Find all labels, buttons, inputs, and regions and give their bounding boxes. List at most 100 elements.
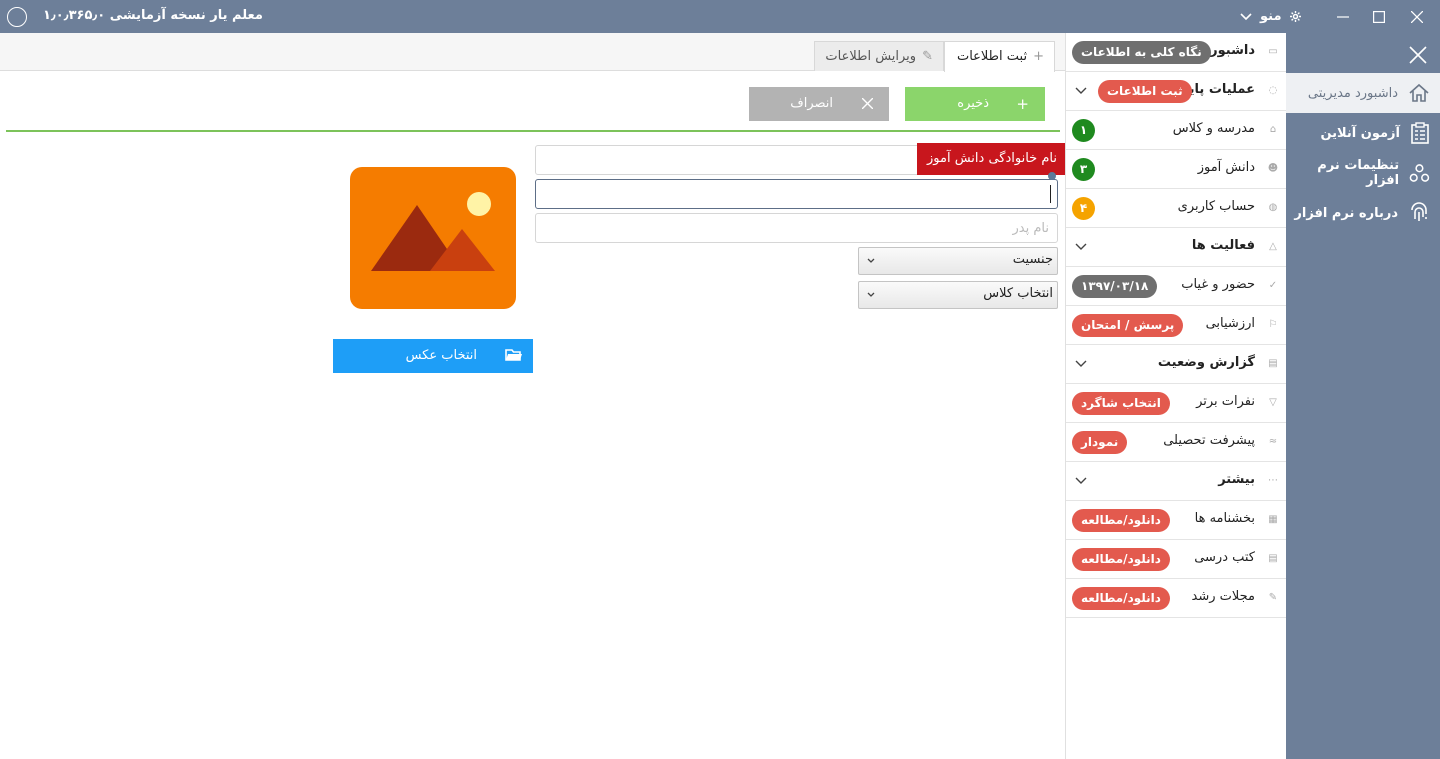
side-menu-badge[interactable]: نمودار: [1072, 431, 1128, 454]
rail-item-settings[interactable]: تنظیمات نرم افزار: [1286, 153, 1440, 193]
father-name-input[interactable]: [535, 213, 1058, 243]
chevron-down-icon[interactable]: [1074, 473, 1088, 487]
side-menu-label: دانش آموز: [1197, 160, 1255, 175]
side-menu-label: فعالیت ها: [1191, 238, 1255, 253]
side-menu-badge[interactable]: دانلود/مطالعه: [1072, 548, 1170, 571]
side-menu-row[interactable]: ◌ عملیات پایه ثبت اطلاعات: [1066, 72, 1287, 111]
side-menu-row[interactable]: ≈ پیشرفت تحصیلی نمودار: [1066, 423, 1287, 462]
side-menu-row[interactable]: ☻ دانش آموز ۳: [1066, 150, 1287, 189]
divider: [6, 130, 1060, 132]
gender-select[interactable]: جنسیت: [858, 247, 1058, 275]
side-menu-row[interactable]: ⚐ ارزشیابی پرسش / امتحان: [1066, 306, 1287, 345]
cancel-button[interactable]: انصراف: [749, 87, 889, 121]
menu-item-icon: ⋯: [1268, 475, 1278, 486]
side-menu-label: گزارش وضعیت: [1157, 355, 1255, 370]
gender-select-value: جنسیت: [1012, 252, 1053, 267]
tab-bar: + ثبت اطلاعات ✎ ویرایش اطلاعات: [0, 33, 1065, 72]
text-caret: [1050, 185, 1051, 203]
minimize-icon: [1337, 15, 1349, 18]
side-menu-row[interactable]: ▤ گزارش وضعیت: [1066, 345, 1287, 384]
close-menu-button[interactable]: [1404, 41, 1432, 69]
side-menu-label: داشبورد: [1203, 43, 1255, 58]
app-logo-icon: [7, 7, 27, 27]
side-menu-label: مجلات رشد: [1191, 589, 1255, 604]
last-name-input[interactable]: [535, 179, 1058, 209]
side-menu-row[interactable]: ✓ حضور و غیاب ۱۳۹۷/۰۳/۱۸: [1066, 267, 1287, 306]
field-tooltip: نام خانوادگی دانش آموز: [917, 143, 1067, 175]
menu-item-icon: ▭: [1268, 46, 1278, 57]
tab-register-label: ثبت اطلاعات: [956, 49, 1028, 64]
tooltip-pointer: [1048, 172, 1056, 180]
choose-photo-button[interactable]: انتخاب عکس: [333, 339, 533, 373]
chevron-down-icon[interactable]: [1074, 83, 1088, 97]
tab-edit[interactable]: ✎ ویرایش اطلاعات: [814, 41, 944, 71]
side-menu-row[interactable]: ▭ داشبورد نگاه کلی به اطلاعات: [1066, 33, 1287, 72]
side-menu-badge[interactable]: انتخاب شاگرد: [1072, 392, 1170, 415]
rail-item-label: درباره نرم افزار: [1294, 205, 1398, 221]
fingerprint-icon: [1411, 202, 1427, 221]
side-menu-badge[interactable]: ۱: [1072, 119, 1095, 142]
rail-item-dashboard[interactable]: داشبورد مدیریتی: [1286, 73, 1440, 113]
nav-rail: داشبورد مدیریتی آزمون آنلاین تنظیمات نرم…: [1286, 33, 1440, 759]
side-menu-badge[interactable]: ۴: [1072, 197, 1095, 220]
rail-item-about[interactable]: درباره نرم افزار: [1286, 193, 1440, 233]
menu-item-icon: ⌂: [1269, 124, 1277, 135]
save-button[interactable]: + ذخیره: [905, 87, 1045, 121]
side-menu-row[interactable]: ▽ نفرات برتر انتخاب شاگرد: [1066, 384, 1287, 423]
close-icon: [1411, 10, 1423, 23]
side-menu-badge[interactable]: ثبت اطلاعات: [1098, 80, 1192, 103]
tab-register[interactable]: + ثبت اطلاعات: [944, 41, 1055, 72]
clipboard-icon: [1411, 122, 1429, 144]
menu-item-icon: ≈: [1268, 436, 1278, 447]
menu-item-icon: ◍: [1268, 202, 1278, 213]
side-menu-badge[interactable]: ۳: [1072, 158, 1095, 181]
plus-icon: +: [1016, 95, 1029, 113]
chevron-down-icon[interactable]: [1074, 356, 1088, 370]
side-menu-badge[interactable]: پرسش / امتحان: [1072, 314, 1184, 337]
close-icon: [861, 95, 874, 113]
cogs-icon: [1409, 164, 1430, 182]
plus-icon: +: [1033, 49, 1044, 64]
menu-item-icon: ⚐: [1268, 319, 1278, 330]
side-menu-badge[interactable]: دانلود/مطالعه: [1072, 587, 1170, 610]
menu-item-icon: ✓: [1268, 280, 1278, 291]
side-menu-row[interactable]: ⋯ بیشتر: [1066, 462, 1287, 501]
menu-item-icon: △: [1269, 241, 1277, 252]
rail-item-label: داشبورد مدیریتی: [1307, 85, 1398, 101]
menu-item-icon: ▽: [1269, 397, 1277, 408]
maximize-icon: [1373, 10, 1385, 23]
folder-open-icon: [505, 347, 523, 367]
main-content: + ثبت اطلاعات ✎ ویرایش اطلاعات + ذخیره انص…: [0, 33, 1067, 759]
side-menu-row[interactable]: ◍ حساب کاربری ۴: [1066, 189, 1287, 228]
rail-item-label: آزمون آنلاین: [1320, 125, 1400, 141]
photo-placeholder: [350, 167, 516, 309]
side-menu-row[interactable]: ✎ مجلات رشد دانلود/مطالعه: [1066, 579, 1287, 618]
close-icon: [1409, 46, 1427, 64]
home-icon: [1409, 83, 1429, 102]
side-menu-badge[interactable]: نگاه کلی به اطلاعات: [1072, 41, 1211, 64]
side-menu-badge[interactable]: ۱۳۹۷/۰۳/۱۸: [1072, 275, 1158, 298]
window-title: معلم یار نسخه آزمایشی ۱٫۰٫۳۶۵٫۰: [43, 8, 263, 23]
side-menu-label: مدرسه و کلاس: [1172, 121, 1255, 136]
side-menu-label: حساب کاربری: [1177, 199, 1255, 214]
chevron-down-icon[interactable]: [1074, 239, 1088, 253]
side-menu-label: نفرات برتر: [1196, 394, 1255, 409]
save-label: ذخیره: [957, 96, 989, 111]
side-menu-row[interactable]: △ فعالیت ها: [1066, 228, 1287, 267]
side-menu-badge[interactable]: دانلود/مطالعه: [1072, 509, 1170, 532]
rail-item-online-exam[interactable]: آزمون آنلاین: [1286, 113, 1440, 153]
side-menu-label: بخشنامه ها: [1194, 511, 1255, 526]
close-window-button[interactable]: [1394, 0, 1440, 33]
side-menu-row[interactable]: ▦ بخشنامه ها دانلود/مطالعه: [1066, 501, 1287, 540]
title-bar: معلم یار نسخه آزمایشی ۱٫۰٫۳۶۵٫۰ منو: [0, 0, 1440, 33]
side-menu-row[interactable]: ⌂ مدرسه و کلاس ۱: [1066, 111, 1287, 150]
side-menu-label: حضور و غیاب: [1181, 277, 1255, 292]
class-select[interactable]: انتخاب کلاس: [858, 281, 1058, 309]
menu-label: منو: [1260, 9, 1282, 24]
side-menu-row[interactable]: ▤ کتب درسی دانلود/مطالعه: [1066, 540, 1287, 579]
menu-button[interactable]: منو: [1240, 0, 1320, 33]
menu-item-icon: ☻: [1267, 163, 1279, 174]
cancel-label: انصراف: [790, 96, 833, 111]
side-menu-label: بیشتر: [1218, 472, 1255, 487]
side-menu-label: ارزشیابی: [1205, 316, 1255, 331]
